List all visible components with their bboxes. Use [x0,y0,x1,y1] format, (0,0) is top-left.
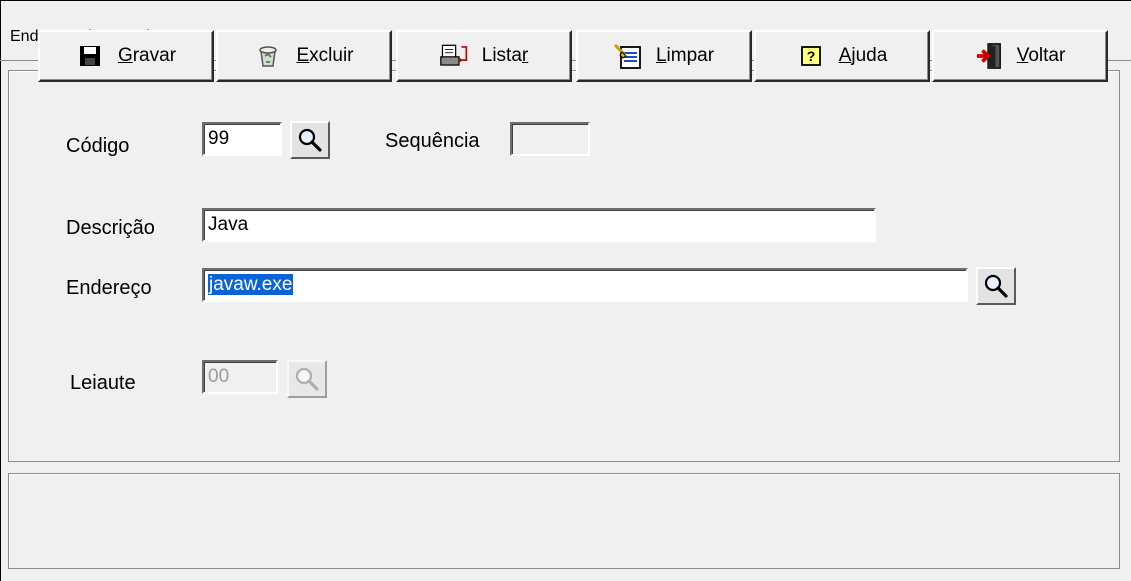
magnifier-icon [295,367,319,391]
limpar-button[interactable]: Limpar [576,30,752,82]
window-left-border [0,0,1,581]
listar-button[interactable]: Listar [396,30,572,82]
endereco-input[interactable]: javaw.exe [202,268,968,302]
help-icon: ? [797,42,825,70]
codigo-input[interactable]: 99 [202,122,282,156]
limpar-label: Limpar [655,45,715,66]
descricao-label: Descrição [66,217,155,239]
printer-icon [439,42,468,70]
voltar-button[interactable]: Voltar [932,30,1108,82]
clear-form-icon [613,42,642,70]
excluir-button[interactable]: Excluir [216,30,392,82]
sequencia-label: Sequência [385,130,480,152]
window-top-border [0,0,1131,1]
floppy-disk-icon [76,42,104,70]
svg-text:?: ? [806,48,815,64]
app-window: Endereço dos Arquivos Código 99 Sequênci… [0,0,1131,581]
excluir-label: Excluir [296,45,354,66]
leiaute-input[interactable]: 00 [202,360,278,394]
gravar-button[interactable]: Gravar [38,30,214,82]
voltar-label: Voltar [1016,45,1066,66]
sequencia-input[interactable] [510,122,590,156]
leiaute-search-button[interactable] [287,360,327,398]
leiaute-label: Leiaute [70,372,136,394]
exit-door-icon [975,42,1003,70]
endereco-selected-text: javaw.exe [208,274,294,295]
codigo-search-button[interactable] [290,121,330,159]
ajuda-label: Ajuda [838,45,888,66]
endereco-label: Endereço [66,277,152,299]
codigo-label: Código [66,135,130,157]
action-toolbar [8,473,1120,569]
magnifier-icon [298,128,322,152]
magnifier-icon [984,274,1008,298]
recycle-bin-icon [254,42,282,70]
descricao-input[interactable]: Java [202,208,876,242]
gravar-label: Gravar [117,45,177,66]
listar-label: Listar [481,45,529,66]
endereco-search-button[interactable] [976,267,1016,305]
ajuda-button[interactable]: ? Ajuda [754,30,930,82]
